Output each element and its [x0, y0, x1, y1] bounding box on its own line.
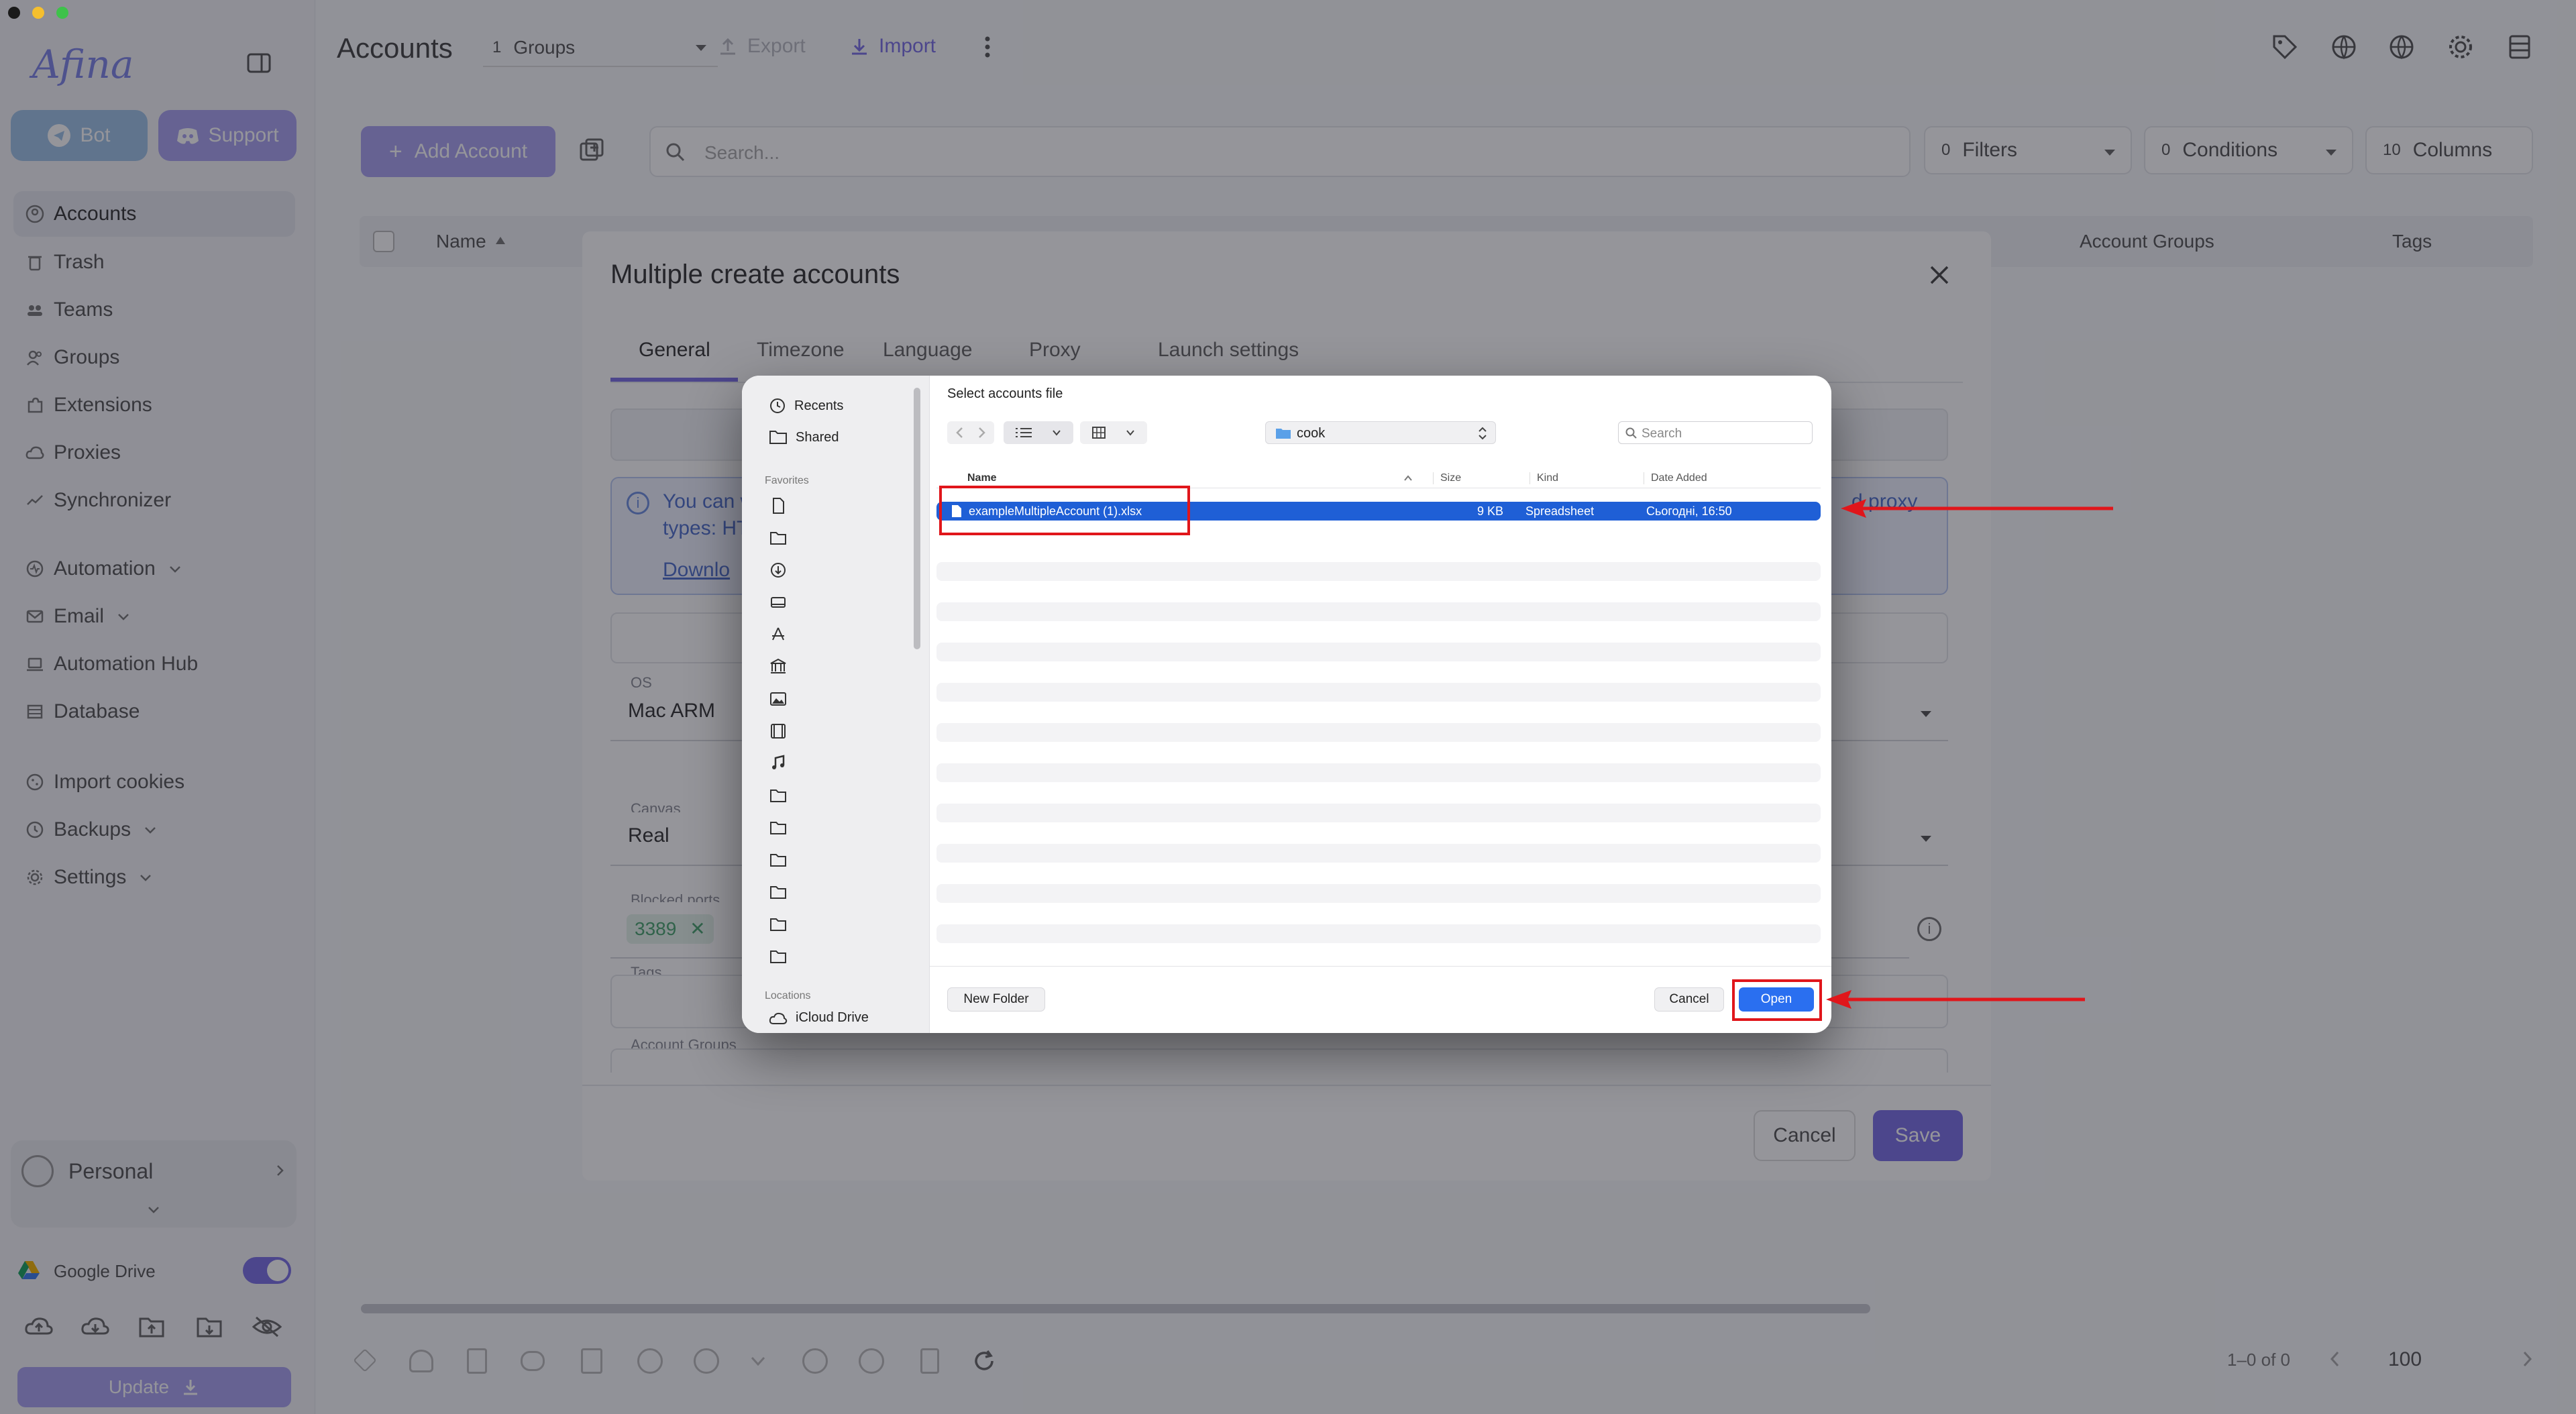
desktop-icon[interactable] — [769, 593, 788, 612]
chevron-down-icon — [1052, 429, 1061, 436]
sort-asc-icon — [1403, 475, 1413, 482]
favorites-header: Favorites — [765, 475, 809, 486]
list-item — [936, 643, 1821, 661]
updown-chevron-icon — [1478, 426, 1487, 441]
file-open-dialog: Recents Shared Favorites Locations iClou… — [742, 376, 1831, 1033]
list-item — [936, 602, 1821, 621]
column-header-kind[interactable]: Kind — [1529, 472, 1558, 484]
dialog-cancel-button[interactable]: Cancel — [1654, 987, 1724, 1012]
list-item — [936, 804, 1821, 822]
list-item — [936, 844, 1821, 863]
locations-header: Locations — [765, 990, 811, 1001]
annotation-box-file — [939, 486, 1190, 535]
folder-path-select[interactable]: cook — [1265, 421, 1496, 444]
folder-blue-icon — [1275, 427, 1291, 440]
list-item — [936, 683, 1821, 702]
file-date-added: Сьогодні, 16:50 — [1646, 504, 1732, 518]
minimize-window-icon[interactable] — [32, 7, 44, 19]
close-window-icon[interactable] — [8, 7, 20, 19]
annotation-arrow-open — [1826, 990, 2085, 1009]
folder-name: cook — [1297, 426, 1326, 441]
chevron-down-icon — [1126, 429, 1135, 436]
recents-label: Recents — [794, 398, 844, 413]
folder-icon[interactable] — [769, 883, 788, 902]
grid-view-button[interactable] — [1080, 421, 1147, 444]
folder-icon[interactable] — [769, 529, 788, 547]
search-placeholder: Search — [1642, 427, 1682, 441]
list-view-button[interactable] — [1004, 421, 1073, 444]
chevron-right-icon[interactable] — [977, 427, 986, 439]
file-size: 9 KB — [1477, 504, 1504, 518]
clock-icon — [769, 397, 786, 415]
sidebar-item-recents[interactable]: Recents — [769, 397, 843, 415]
document-icon[interactable] — [769, 496, 788, 515]
sidebar-item-shared[interactable]: Shared — [769, 429, 839, 445]
list-item — [936, 884, 1821, 903]
sidebar-scrollbar[interactable] — [914, 388, 920, 649]
folder-icon[interactable] — [769, 915, 788, 934]
list-item — [936, 723, 1821, 742]
folder-icon[interactable] — [769, 947, 788, 966]
folder-icon[interactable] — [769, 818, 788, 837]
list-item — [936, 763, 1821, 782]
list-item — [936, 924, 1821, 943]
new-folder-button[interactable]: New Folder — [947, 987, 1045, 1012]
sidebar-item-icloud-drive[interactable]: iCloud Drive — [769, 1010, 869, 1026]
annotation-arrow-file — [1841, 499, 2113, 518]
music-icon[interactable] — [769, 754, 788, 773]
back-forward-buttons — [947, 421, 994, 444]
shared-label: Shared — [796, 429, 839, 445]
search-icon — [1625, 427, 1638, 439]
column-header-date[interactable]: Date Added — [1644, 472, 1707, 484]
icloud-icon — [769, 1012, 788, 1025]
library-icon[interactable] — [769, 657, 788, 676]
zoom-window-icon[interactable] — [56, 7, 68, 19]
annotation-box-open — [1732, 979, 1822, 1021]
column-header-name[interactable]: Name — [967, 472, 997, 484]
folder-icon[interactable] — [769, 851, 788, 869]
list-item — [936, 562, 1821, 581]
file-kind: Spreadsheet — [1525, 504, 1595, 518]
dialog-search-input[interactable]: Search — [1618, 421, 1813, 444]
dialog-cancel-label: Cancel — [1669, 992, 1709, 1006]
window-controls — [5, 4, 72, 20]
folder-icon[interactable] — [769, 786, 788, 805]
movies-icon[interactable] — [769, 722, 788, 741]
photos-icon[interactable] — [769, 690, 788, 708]
download-circle-icon[interactable] — [769, 561, 788, 580]
icloud-drive-label: iCloud Drive — [796, 1010, 869, 1025]
applications-icon[interactable] — [769, 625, 788, 644]
dialog-footer-divider — [930, 966, 1831, 967]
dialog-title: Select accounts file — [947, 386, 1063, 401]
file-dialog-sidebar: Recents Shared Favorites Locations iClou… — [742, 376, 930, 1033]
grid-view-icon — [1092, 427, 1106, 439]
list-view-icon — [1016, 427, 1032, 438]
shared-folder-icon — [769, 429, 788, 445]
column-header-size[interactable]: Size — [1433, 472, 1461, 484]
chevron-left-icon[interactable] — [955, 427, 965, 439]
new-folder-label: New Folder — [963, 992, 1029, 1006]
